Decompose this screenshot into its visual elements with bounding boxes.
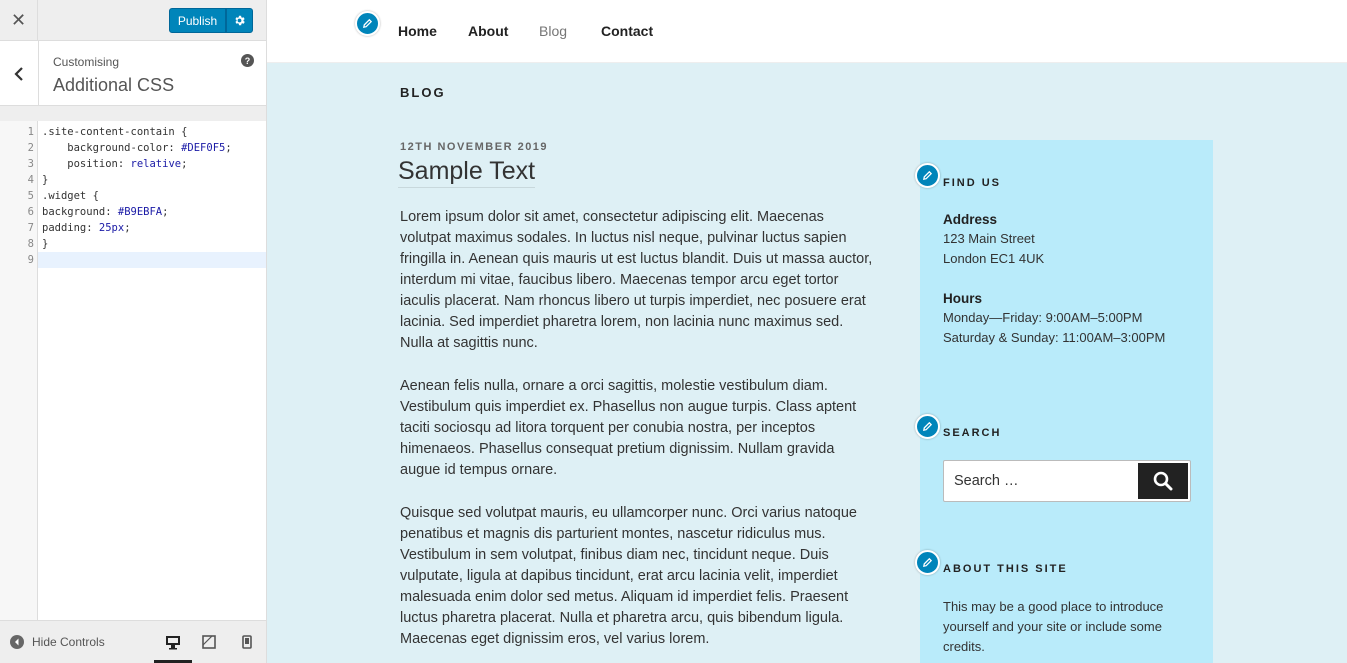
hide-controls-button[interactable]: Hide Controls bbox=[10, 635, 105, 649]
section-title: Additional CSS bbox=[53, 75, 175, 95]
line-number: 1 bbox=[27, 126, 34, 138]
edit-widget-find-us[interactable] bbox=[915, 163, 940, 188]
edit-menu-shortcut[interactable] bbox=[355, 11, 380, 36]
customizer-footer: Hide Controls bbox=[0, 620, 266, 663]
nav-item-about[interactable]: About bbox=[468, 23, 508, 39]
css-code-editor[interactable]: 1 2 3 4 5 6 7 8 9 .site-content-contain { backgr… bbox=[0, 121, 266, 620]
help-icon[interactable]: ? bbox=[241, 54, 254, 67]
address-line: 123 Main Street bbox=[943, 231, 1035, 246]
code-line[interactable]: .site-content-contain { bbox=[42, 124, 187, 140]
publish-button[interactable]: Publish bbox=[169, 8, 226, 33]
back-button[interactable] bbox=[0, 41, 39, 106]
nav-item-contact[interactable]: Contact bbox=[601, 23, 653, 39]
close-icon: ✕ bbox=[10, 10, 27, 30]
post-paragraph: Aenean felis nulla, ornare a orci sagitt… bbox=[400, 378, 857, 478]
line-number: 6 bbox=[27, 206, 34, 218]
line-number: 5 bbox=[27, 190, 34, 202]
customizer-header: ✕ Publish bbox=[0, 0, 266, 41]
hours-label: Hours bbox=[943, 291, 983, 306]
nav-item-blog[interactable]: Blog bbox=[539, 23, 567, 39]
post-date[interactable]: 12TH NOVEMBER 2019 bbox=[400, 141, 548, 153]
section-header: Customising Additional CSS ? bbox=[0, 41, 266, 106]
pencil-icon bbox=[363, 18, 373, 28]
nav-item-home[interactable]: Home bbox=[398, 23, 437, 39]
line-number: 3 bbox=[27, 158, 34, 170]
address-line: London EC1 4UK bbox=[943, 251, 1045, 266]
code-line[interactable]: background-color: #DEF0F5; bbox=[42, 140, 231, 156]
page-title: BLOG bbox=[400, 85, 446, 100]
post-paragraph: Quisque sed volutpat mauris, eu ullamcor… bbox=[400, 505, 857, 647]
arrow-left-circle-icon bbox=[10, 635, 24, 649]
hours-line: Saturday & Sunday: 11:00AM–3:00PM bbox=[943, 330, 1166, 345]
code-line[interactable]: position: relative; bbox=[42, 156, 187, 172]
mobile-icon bbox=[242, 635, 252, 649]
code-line[interactable]: } bbox=[42, 172, 48, 188]
tablet-icon bbox=[202, 635, 216, 649]
desktop-icon bbox=[166, 635, 180, 649]
active-line-highlight bbox=[38, 252, 266, 268]
search-submit-button[interactable] bbox=[1138, 463, 1188, 499]
publish-settings-button[interactable] bbox=[226, 8, 253, 33]
preview-desktop-button[interactable] bbox=[162, 631, 184, 653]
about-text: This may be a good place to introduce yo… bbox=[943, 599, 1164, 654]
gear-icon bbox=[235, 15, 245, 26]
line-number: 7 bbox=[27, 222, 34, 234]
search-input[interactable] bbox=[944, 461, 1139, 501]
line-number: 4 bbox=[27, 174, 34, 186]
edit-widget-search[interactable] bbox=[915, 414, 940, 439]
widget-area: FIND US Address 123 Main Street London E… bbox=[915, 140, 1213, 663]
line-number-gutter: 1 2 3 4 5 6 7 8 9 bbox=[0, 121, 38, 620]
pencil-icon bbox=[923, 421, 933, 431]
hide-controls-label: Hide Controls bbox=[32, 635, 105, 649]
hours-line: Monday—Friday: 9:00AM–5:00PM bbox=[943, 310, 1143, 325]
code-line[interactable]: padding: 25px; bbox=[42, 220, 131, 236]
code-line[interactable]: background: #B9EBFA; bbox=[42, 204, 168, 220]
search-icon bbox=[1153, 471, 1173, 491]
close-customizer-button[interactable]: ✕ bbox=[0, 0, 38, 41]
code-line[interactable]: } bbox=[42, 236, 48, 252]
address-label: Address bbox=[943, 212, 998, 227]
post-title[interactable]: Sample Text bbox=[398, 157, 536, 188]
line-number: 8 bbox=[27, 238, 34, 250]
preview-mobile-button[interactable] bbox=[236, 631, 258, 653]
line-number: 2 bbox=[27, 142, 34, 154]
customizer-sidebar: ✕ Publish Customising Additional CSS ? 1… bbox=[0, 0, 267, 663]
code-line[interactable]: .widget { bbox=[42, 188, 99, 204]
search-form bbox=[943, 460, 1191, 502]
site-preview: Home About Blog Contact BLOG 12TH NOVEMB… bbox=[267, 0, 1347, 663]
section-subtitle: Customising bbox=[53, 55, 120, 69]
edit-widget-about[interactable] bbox=[915, 550, 940, 575]
post-paragraph: Lorem ipsum dolor sit amet, consectetur … bbox=[400, 209, 873, 351]
widget-title-about: ABOUT THIS SITE bbox=[943, 563, 1068, 575]
widget-title-search: SEARCH bbox=[943, 427, 1002, 439]
pencil-icon bbox=[923, 170, 933, 180]
site-navigation: Home About Blog Contact bbox=[267, 0, 1347, 63]
widget-title-find-us: FIND US bbox=[943, 177, 1001, 189]
preview-tablet-button[interactable] bbox=[198, 631, 220, 653]
line-number: 9 bbox=[27, 254, 34, 266]
chevron-left-icon bbox=[14, 66, 23, 81]
pencil-icon bbox=[923, 557, 933, 567]
